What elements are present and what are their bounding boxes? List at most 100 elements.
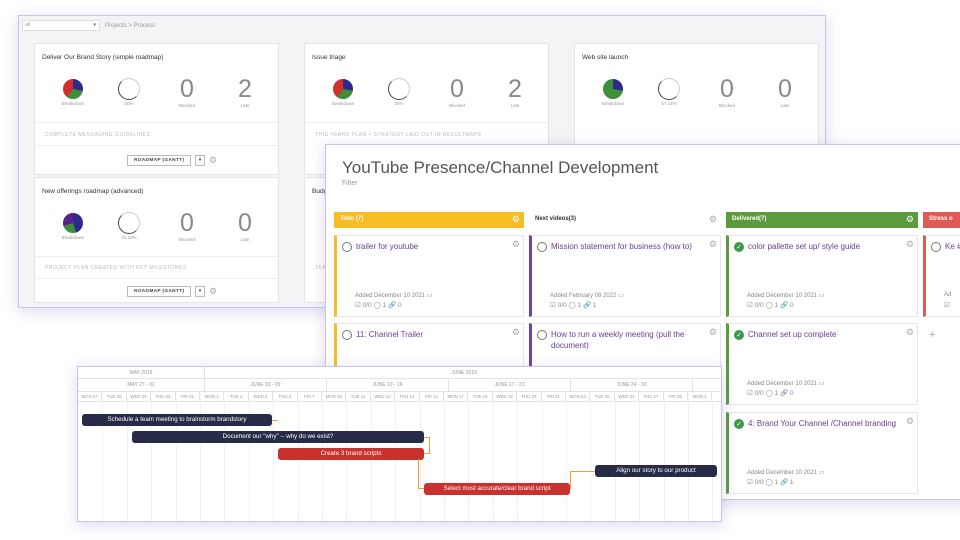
roadmap-dropdown-button[interactable]: ▾ (195, 286, 205, 297)
gantt-task-bar[interactable]: Select most accurate/clear brand script (424, 483, 570, 495)
metric-label: Blocked (448, 103, 465, 108)
day-label: WED 12 (371, 392, 396, 401)
progress-value: 50% (394, 101, 404, 106)
gantt-task-bar[interactable]: Schedule a team meeting to brainstorm br… (82, 414, 272, 426)
grid-line (517, 399, 519, 521)
task-title[interactable]: 11: Channel Trailer (356, 329, 507, 340)
progress-metric: 33.33% (109, 210, 149, 240)
task-stats: ☑ 0/0 ◯ 1 🔗 1 (550, 302, 597, 309)
gear-icon[interactable]: ⚙ (906, 416, 914, 427)
task-card[interactable]: ✓ 4: Brand Your Channel /Channel brandin… (726, 412, 918, 494)
gantt-window: MAY 2019 JUNE 2019 MAY 27 - 02 JUNE 03 -… (77, 366, 722, 522)
gantt-task-bar[interactable]: Align our story to our product (595, 465, 717, 477)
card-title: Issue triage (312, 54, 346, 61)
progress-ring (118, 78, 140, 100)
card-title: Web site launch (582, 54, 629, 61)
task-title[interactable]: Mission statement for business (how to) (551, 241, 704, 252)
gear-icon[interactable]: ⚙ (209, 286, 217, 296)
task-stats: ☑ (944, 302, 950, 309)
grid-line (273, 399, 275, 521)
check-icon[interactable]: ✓ (734, 242, 744, 252)
roadmap-gantt-button[interactable]: ROADMAP (GANTT) (127, 155, 192, 166)
project-card[interactable]: Deliver Our Brand Story (simple roadmap)… (34, 43, 279, 175)
task-title[interactable]: trailer for youtube (356, 241, 507, 252)
day-label: MON 3 (200, 392, 225, 401)
day-label: TUE 4 (224, 392, 249, 401)
task-card[interactable]: Ke #E Ad ☑ (923, 235, 960, 317)
gear-icon[interactable]: ⚙ (906, 214, 914, 225)
column-header-stress[interactable]: Stress o (923, 212, 960, 228)
calendar-icon: ▭ (618, 293, 624, 299)
added-text: Added February 08 2022 (550, 293, 617, 299)
gear-icon[interactable]: ⚙ (209, 155, 217, 165)
column-header-next-videos[interactable]: Next videos(3) ⚙ (529, 212, 721, 228)
board-title: YouTube Presence/Channel Development (342, 158, 659, 177)
task-title[interactable]: Channel set up complete (748, 329, 901, 340)
gear-icon[interactable]: ⚙ (906, 327, 914, 338)
progress-metric: 57.14% (649, 76, 689, 106)
calendar-icon: ▭ (426, 293, 433, 299)
roadmap-gantt-button[interactable]: ROADMAP (GANTT) (127, 286, 192, 297)
calendar-icon: ▭ (818, 381, 825, 387)
blocked-count: 0 (180, 209, 194, 237)
gear-icon[interactable]: ⚙ (512, 214, 520, 225)
late-count: 2 (508, 75, 522, 103)
breakdown-metric: Breakdown (593, 76, 633, 106)
task-title[interactable]: 4: Brand Your Channel /Channel branding (748, 418, 901, 429)
gantt-task-bar[interactable]: Create 3 brand scripts (278, 448, 424, 460)
grid-line (322, 399, 323, 521)
column-title: Stress o (929, 216, 953, 222)
task-card[interactable]: trailer for youtube ⚙ Added December 10 … (334, 235, 524, 317)
gear-icon[interactable]: ⚙ (906, 239, 914, 250)
filter-button[interactable]: Filter (342, 180, 358, 187)
late-metric: 2 Late (495, 76, 535, 108)
gear-icon[interactable]: ⚙ (709, 214, 717, 225)
gantt-day-row: MON 27 TUE 28 WED 29 THU 30 FRI 31 MON 3 TUE 4… (78, 392, 721, 402)
added-text: Added December 10 2021 (747, 381, 818, 387)
metric-label: Late (780, 103, 790, 108)
progress-value: 50% (124, 101, 134, 106)
task-checkbox[interactable] (342, 330, 352, 340)
task-checkbox[interactable] (537, 242, 547, 252)
task-title[interactable]: color pallette set up/ style guide (748, 241, 901, 252)
task-card[interactable]: Mission statement for business (how to) … (529, 235, 721, 317)
task-title[interactable]: Ke #E (945, 241, 960, 252)
calendar-icon: ▭ (818, 470, 825, 476)
column-title: Delivered(7) (732, 216, 767, 222)
week-label: JUNE 03 - 09 (205, 379, 327, 391)
add-task-button[interactable]: + (929, 329, 935, 341)
column-title: Next videos(3) (535, 216, 577, 222)
dependency-connector (418, 459, 424, 489)
day-label: FRI 7 (298, 392, 322, 401)
late-metric: 0 Late (225, 210, 265, 242)
column-header-todo[interactable]: Todo (7) ⚙ (334, 212, 524, 228)
check-icon[interactable]: ✓ (734, 419, 744, 429)
task-card[interactable]: ✓ Channel set up complete ⚙ Added Decemb… (726, 323, 918, 405)
breakdown-pie (62, 78, 84, 100)
task-stats: ☑ 0/0 ◯ 1 🔗 0 (747, 390, 794, 397)
gear-icon[interactable]: ⚙ (709, 327, 717, 338)
column-header-delivered[interactable]: Delivered(7) ⚙ (726, 212, 918, 228)
project-filter-select[interactable]: all ▾ (22, 20, 100, 31)
gantt-task-bar[interactable]: Document our "why" -- why do we exist? (132, 431, 424, 443)
gear-icon[interactable]: ⚙ (709, 239, 717, 250)
project-card[interactable]: New offerings roadmap (advanced) Breakdo… (34, 177, 279, 303)
calendar-icon: ▭ (818, 293, 825, 299)
task-card[interactable]: ✓ color pallette set up/ style guide ⚙ A… (726, 235, 918, 317)
grid-line (395, 399, 397, 521)
gear-icon[interactable]: ⚙ (512, 239, 520, 250)
late-metric: 0 Late (765, 76, 805, 108)
gear-icon[interactable]: ⚙ (512, 327, 520, 338)
task-checkbox[interactable] (931, 242, 941, 252)
task-title[interactable]: How to run a weekly meeting (pull the do… (551, 329, 704, 351)
day-label: FRI 21 (542, 392, 566, 401)
week-label: JUNE 17 - 23 (449, 379, 571, 391)
metric-label: Blocked (178, 103, 195, 108)
progress-ring (388, 78, 410, 100)
day-label: MON 24 (566, 392, 591, 401)
check-icon[interactable]: ✓ (734, 330, 744, 340)
day-label: THU 20 (517, 392, 542, 401)
task-checkbox[interactable] (342, 242, 352, 252)
roadmap-dropdown-button[interactable]: ▾ (195, 155, 205, 166)
task-checkbox[interactable] (537, 330, 547, 340)
